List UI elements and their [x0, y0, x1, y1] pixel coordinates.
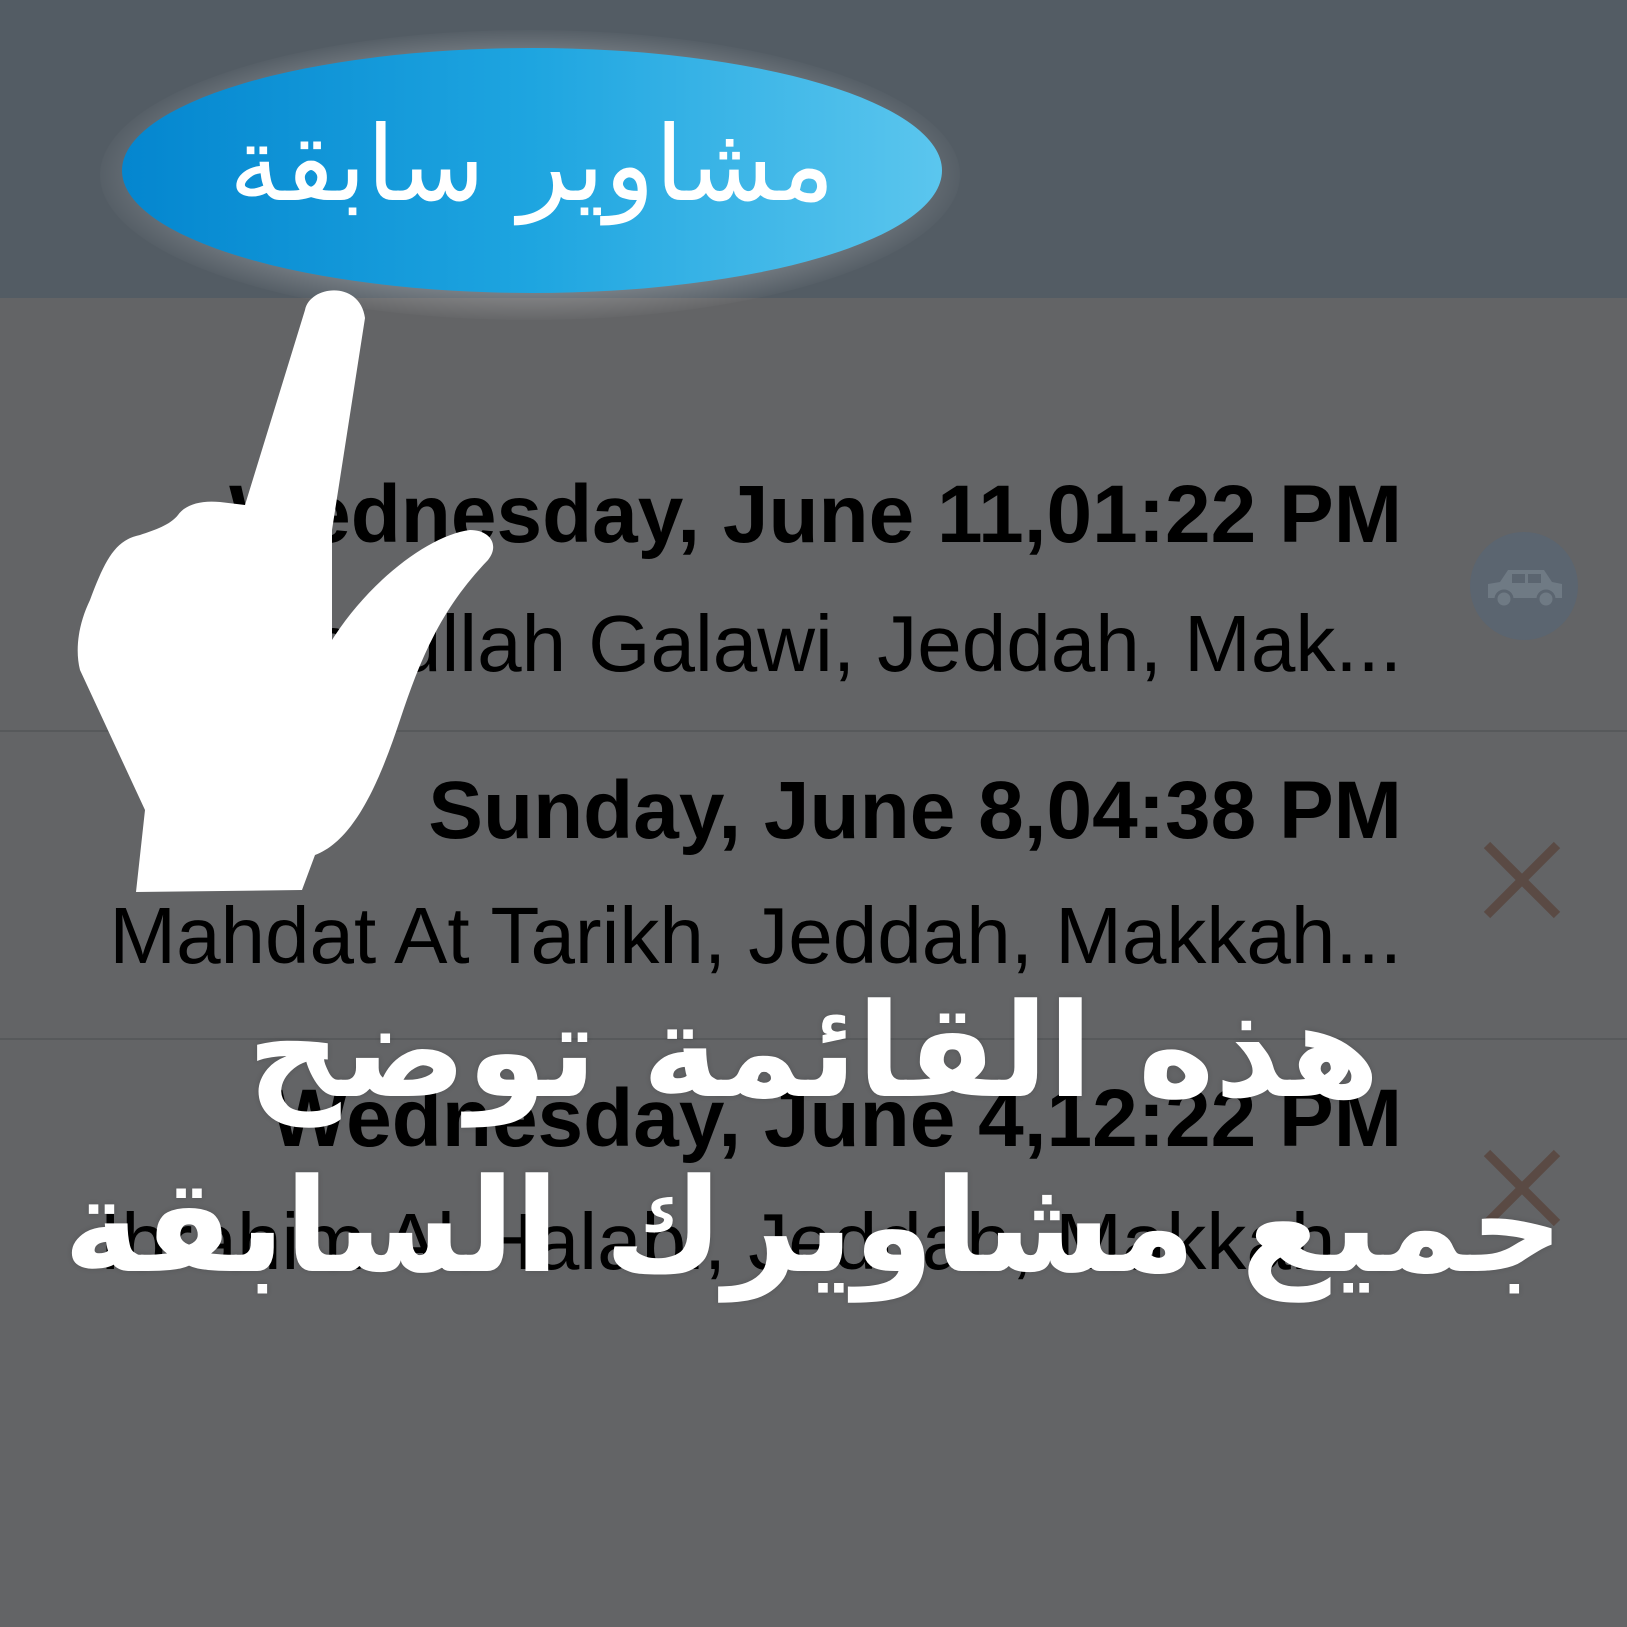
tutorial-line-2: جميع مشاويرك السابقة	[63, 1150, 1564, 1302]
car-icon[interactable]	[1470, 532, 1578, 640]
delete-trip-close-icon[interactable]	[1482, 840, 1562, 920]
trip-date: Sunday, June 8,04:38 PM	[428, 765, 1402, 856]
previous-trips-tab[interactable]: مشاوير سابقة	[122, 48, 942, 293]
hand-pointer-icon	[77, 290, 494, 892]
tutorial-line-1: هذه القائمة توضح	[247, 975, 1380, 1127]
previous-trips-label: مشاوير سابقة	[229, 102, 835, 225]
